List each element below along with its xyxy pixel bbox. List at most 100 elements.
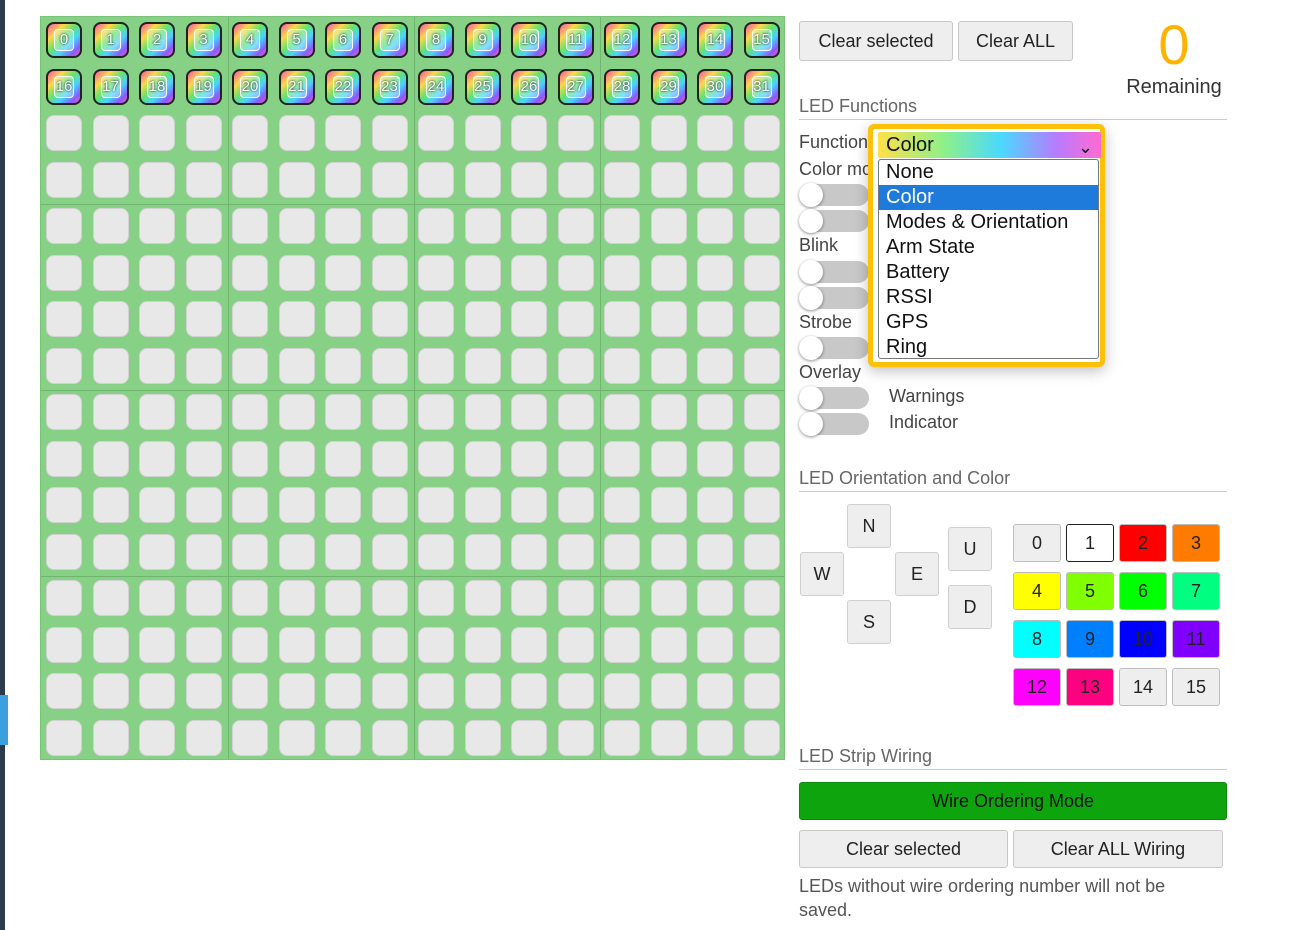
led-cell[interactable]: [464, 394, 501, 430]
led-cell[interactable]: [557, 394, 594, 430]
led-cell[interactable]: [650, 719, 687, 756]
led-cell[interactable]: [278, 533, 315, 570]
color-swatch-button[interactable]: 12: [1013, 668, 1061, 706]
led-cell[interactable]: [92, 487, 129, 523]
led-cell-active[interactable]: 21: [278, 68, 315, 105]
led-cell[interactable]: [325, 673, 361, 709]
led-cell[interactable]: [604, 115, 640, 151]
led-cell[interactable]: [697, 719, 733, 756]
led-cell[interactable]: [278, 301, 315, 337]
led-cell[interactable]: [604, 719, 640, 756]
led-cell-active[interactable]: 29: [650, 68, 687, 105]
led-cell-active[interactable]: 25: [464, 68, 501, 105]
led-cell[interactable]: [46, 161, 82, 198]
led-cell[interactable]: [743, 487, 780, 523]
led-cell[interactable]: [46, 440, 82, 477]
color-modifier-toggle-2[interactable]: [799, 209, 869, 233]
led-cell[interactable]: [139, 347, 175, 384]
led-cell[interactable]: [92, 161, 129, 198]
function-option[interactable]: Color: [879, 185, 1098, 210]
led-cell-active[interactable]: 13: [650, 22, 687, 58]
led-cell[interactable]: [743, 580, 780, 616]
function-dropdown[interactable]: Color ⌄ None Color Modes & Orientation Arm …: [868, 124, 1105, 367]
led-cell[interactable]: [418, 533, 454, 570]
blink-toggle-2[interactable]: [799, 286, 869, 310]
led-cell[interactable]: [139, 673, 175, 709]
color-swatch-button[interactable]: 10: [1119, 620, 1167, 658]
blink-toggle-1[interactable]: [799, 260, 869, 284]
led-cell-active[interactable]: 20: [232, 68, 268, 105]
led-cell[interactable]: [697, 301, 733, 337]
color-swatch-button[interactable]: 7: [1172, 572, 1220, 610]
led-cell[interactable]: [604, 347, 640, 384]
led-cell[interactable]: [650, 580, 687, 616]
led-cell[interactable]: [511, 394, 547, 430]
led-cell[interactable]: [743, 301, 780, 337]
led-cell[interactable]: [464, 161, 501, 198]
led-cell[interactable]: [325, 580, 361, 616]
led-cell[interactable]: [371, 487, 408, 523]
wiring-clear-selected-button[interactable]: Clear selected: [799, 830, 1008, 868]
led-cell[interactable]: [46, 115, 82, 151]
led-cell[interactable]: [278, 626, 315, 663]
led-cell-active[interactable]: 7: [371, 22, 408, 58]
led-cell[interactable]: [232, 673, 268, 709]
clear-selected-button[interactable]: Clear selected: [799, 21, 953, 61]
led-cell[interactable]: [371, 440, 408, 477]
led-cell[interactable]: [604, 208, 640, 244]
led-cell[interactable]: [557, 208, 594, 244]
direction-n-button[interactable]: N: [847, 504, 891, 548]
direction-u-button[interactable]: U: [948, 527, 992, 571]
direction-s-button[interactable]: S: [847, 600, 891, 644]
led-cell[interactable]: [371, 161, 408, 198]
led-cell[interactable]: [185, 487, 222, 523]
led-cell[interactable]: [650, 301, 687, 337]
led-cell[interactable]: [511, 719, 547, 756]
led-cell[interactable]: [278, 161, 315, 198]
led-cell[interactable]: [371, 347, 408, 384]
led-cell[interactable]: [697, 161, 733, 198]
led-cell[interactable]: [418, 161, 454, 198]
led-cell[interactable]: [139, 719, 175, 756]
led-cell[interactable]: [325, 440, 361, 477]
led-cell[interactable]: [743, 440, 780, 477]
led-cell[interactable]: [557, 673, 594, 709]
led-cell[interactable]: [46, 580, 82, 616]
led-cell[interactable]: [557, 161, 594, 198]
led-cell[interactable]: [92, 719, 129, 756]
led-cell[interactable]: [650, 254, 687, 291]
led-cell[interactable]: [325, 115, 361, 151]
led-cell[interactable]: [650, 440, 687, 477]
led-cell[interactable]: [92, 673, 129, 709]
led-cell-active[interactable]: 31: [743, 68, 780, 105]
led-cell-active[interactable]: 22: [325, 68, 361, 105]
color-swatch-button[interactable]: 13: [1066, 668, 1114, 706]
strobe-toggle[interactable]: [799, 336, 869, 360]
led-cell-active[interactable]: 3: [185, 22, 222, 58]
led-cell[interactable]: [464, 115, 501, 151]
led-cell[interactable]: [511, 626, 547, 663]
led-cell[interactable]: [371, 626, 408, 663]
led-cell[interactable]: [232, 208, 268, 244]
function-option[interactable]: RSSI: [879, 285, 1098, 310]
led-cell[interactable]: [464, 626, 501, 663]
led-cell[interactable]: [650, 115, 687, 151]
color-swatch-button[interactable]: 1: [1066, 524, 1114, 562]
led-cell-active[interactable]: 0: [46, 22, 82, 58]
color-swatch-button[interactable]: 5: [1066, 572, 1114, 610]
led-cell[interactable]: [46, 208, 82, 244]
led-cell[interactable]: [650, 673, 687, 709]
led-cell[interactable]: [418, 440, 454, 477]
led-cell[interactable]: [325, 719, 361, 756]
led-cell[interactable]: [557, 440, 594, 477]
led-cell[interactable]: [139, 533, 175, 570]
color-swatch-button[interactable]: 6: [1119, 572, 1167, 610]
led-cell[interactable]: [743, 626, 780, 663]
led-cell[interactable]: [371, 394, 408, 430]
led-cell[interactable]: [557, 719, 594, 756]
led-cell[interactable]: [604, 487, 640, 523]
function-select[interactable]: Color ⌄: [878, 132, 1101, 158]
led-cell[interactable]: [371, 254, 408, 291]
led-cell[interactable]: [92, 394, 129, 430]
color-swatch-button[interactable]: 11: [1172, 620, 1220, 658]
